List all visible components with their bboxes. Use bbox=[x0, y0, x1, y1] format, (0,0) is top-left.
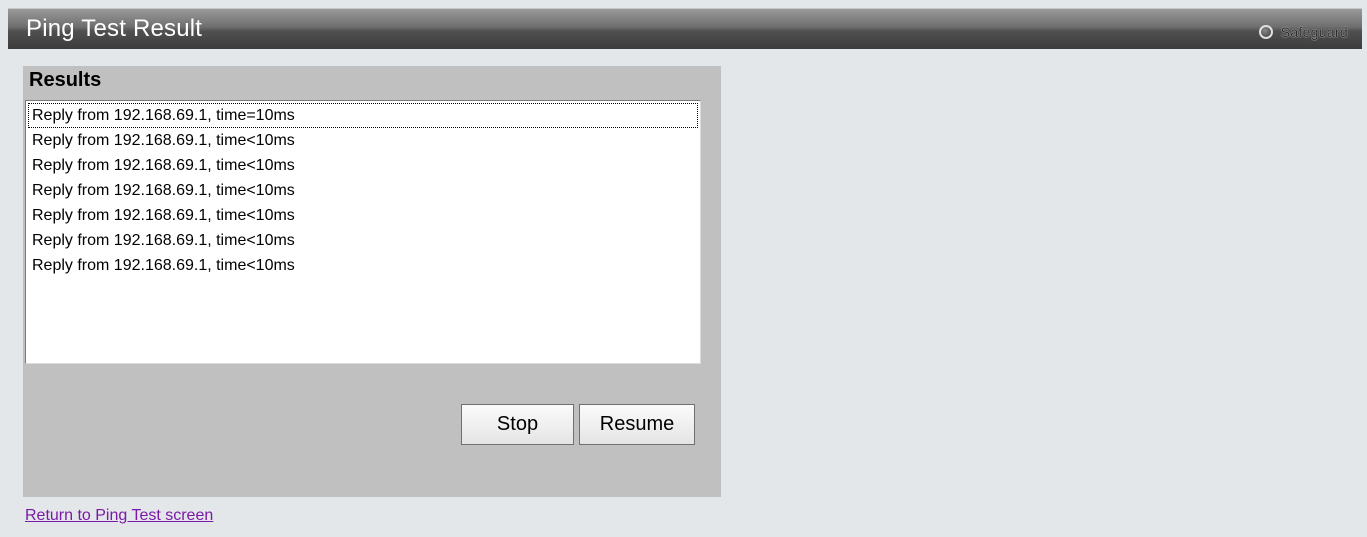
safeguard-label: Safeguard bbox=[1280, 24, 1348, 40]
safeguard-indicator: Safeguard bbox=[1258, 22, 1348, 42]
result-line[interactable]: Reply from 192.168.69.1, time<10ms bbox=[28, 253, 698, 278]
title-bar: Ping Test Result Safeguard bbox=[8, 8, 1362, 49]
result-line[interactable]: Reply from 192.168.69.1, time=10ms bbox=[28, 103, 698, 128]
result-line[interactable]: Reply from 192.168.69.1, time<10ms bbox=[28, 203, 698, 228]
return-to-ping-test-link[interactable]: Return to Ping Test screen bbox=[25, 507, 213, 525]
results-listbox[interactable]: Reply from 192.168.69.1, time=10ms Reply… bbox=[25, 100, 701, 364]
stop-button[interactable]: Stop bbox=[461, 404, 574, 445]
result-line[interactable]: Reply from 192.168.69.1, time<10ms bbox=[28, 128, 698, 153]
resume-button[interactable]: Resume bbox=[579, 404, 695, 445]
results-heading: Results bbox=[29, 69, 102, 91]
page-title: Ping Test Result bbox=[26, 15, 203, 42]
result-line[interactable]: Reply from 192.168.69.1, time<10ms bbox=[28, 228, 698, 253]
result-line[interactable]: Reply from 192.168.69.1, time<10ms bbox=[28, 178, 698, 203]
status-circle-icon bbox=[1258, 25, 1273, 39]
results-panel: Results Reply from 192.168.69.1, time=10… bbox=[23, 66, 721, 497]
page: Ping Test Result Safeguard Results Reply… bbox=[0, 0, 1367, 537]
result-line[interactable]: Reply from 192.168.69.1, time<10ms bbox=[28, 153, 698, 178]
